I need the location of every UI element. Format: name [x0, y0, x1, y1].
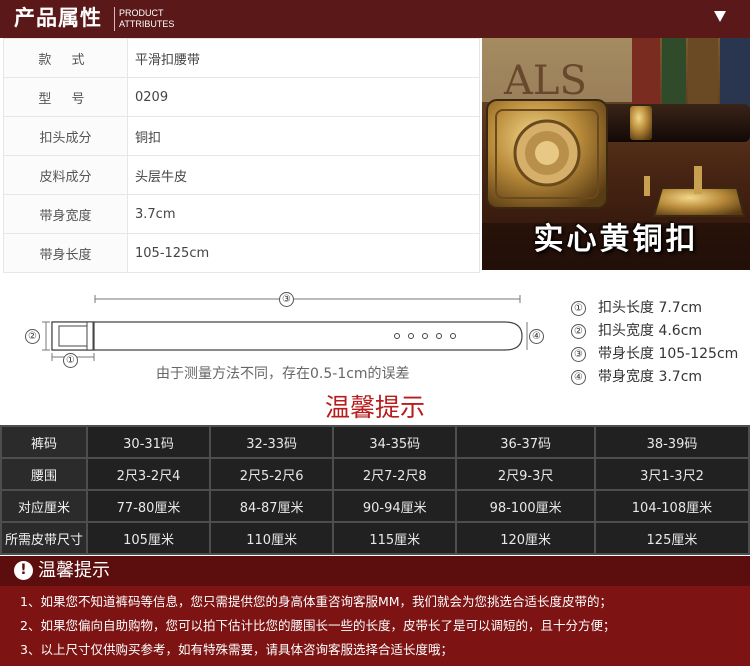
- spec-row: 扣头成分 铜扣: [3, 116, 480, 156]
- spec-value: 105-125cm: [127, 233, 480, 273]
- table-cell: 34-35码: [332, 425, 458, 459]
- tips-title: 温馨提示: [324, 393, 425, 422]
- table-row: 腰围 2尺3-2尺4 2尺5-2尺6 2尺7-2尺8 2尺9-3尺 3尺1-3尺…: [0, 457, 750, 491]
- exclamation-icon: !: [14, 561, 33, 580]
- legend-number: ④: [571, 370, 586, 385]
- table-cell: 84-87厘米: [209, 489, 335, 523]
- table-cell: 98-100厘米: [455, 489, 596, 523]
- spec-row: 带身宽度 3.7cm: [3, 194, 480, 234]
- subtitle-line-1: PRODUCT: [119, 8, 164, 18]
- table-cell: 30-31码: [85, 425, 212, 459]
- row-header: 对应厘米: [0, 489, 88, 523]
- size-chart-table: 裤码 30-31码 32-33码 34-35码 36-37码 38-39码 腰围…: [0, 425, 750, 555]
- spec-row: 款 式 平滑扣腰带: [3, 38, 480, 78]
- table-cell: 115厘米: [332, 521, 458, 555]
- spec-row: 带身长度 105-125cm: [3, 233, 480, 273]
- legend-item: ③ 带身长度 105-125cm: [568, 346, 750, 369]
- table-cell: 36-37码: [455, 425, 596, 459]
- legend-number: ③: [571, 347, 586, 362]
- spec-label: 扣头成分: [3, 116, 128, 156]
- measurement-note: 由于测量方法不同，存在0.5-1cm的误差: [156, 366, 410, 382]
- legend-text: 扣头长度 7.7cm: [598, 300, 703, 316]
- table-row: 裤码 30-31码 32-33码 34-35码 36-37码 38-39码: [0, 425, 750, 459]
- spec-value: 铜扣: [127, 116, 480, 156]
- tips-box: ! 温馨提示 1、如果您不知道裤码等信息，您只需提供您的身高体重咨询客服MM，我…: [0, 556, 750, 666]
- table-cell: 2尺7-2尺8: [332, 457, 458, 491]
- table-cell: 105厘米: [85, 521, 212, 555]
- section-header: 产品属性 PRODUCT ATTRIBUTES: [0, 0, 750, 38]
- row-header: 裤码: [0, 425, 88, 459]
- legend-item: ② 扣头宽度 4.6cm: [568, 323, 750, 346]
- table-cell: 38-39码: [593, 425, 750, 459]
- legend-text: 带身长度 105-125cm: [598, 346, 739, 362]
- marker-3: ③: [279, 292, 294, 307]
- table-cell: 110厘米: [209, 521, 335, 555]
- tip-line: 3、以上尺寸仅供购买参考，如有特殊需要，请具体咨询客服选择合适长度哦；: [20, 642, 453, 657]
- legend-number: ①: [571, 301, 586, 316]
- section-subtitle: PRODUCT ATTRIBUTES: [119, 8, 174, 30]
- legend-text: 带身宽度 3.7cm: [598, 369, 703, 385]
- background-book-text: ALS: [503, 58, 587, 104]
- tips-box-title: 温馨提示: [38, 560, 110, 581]
- table-cell: 90-94厘米: [332, 489, 458, 523]
- table-cell: 2尺3-2尺4: [85, 457, 212, 491]
- table-cell: 3尺1-3尺2: [593, 457, 750, 491]
- spec-table: 款 式 平滑扣腰带 型 号 0209 扣头成分 铜扣 皮料成分 头层牛皮 带身宽…: [3, 38, 480, 273]
- marker-4: ④: [529, 329, 544, 344]
- spec-row: 型 号 0209: [3, 77, 480, 117]
- table-cell: 104-108厘米: [593, 489, 750, 523]
- spec-row: 皮料成分 头层牛皮: [3, 155, 480, 195]
- legend-item: ④ 带身宽度 3.7cm: [568, 369, 750, 392]
- table-cell: 32-33码: [209, 425, 335, 459]
- table-cell: 125厘米: [593, 521, 750, 555]
- tip-line: 1、如果您不知道裤码等信息，您只需提供您的身高体重咨询客服MM，我们就会为您挑选…: [20, 594, 613, 609]
- spec-value: 平滑扣腰带: [127, 38, 480, 78]
- table-cell: 2尺9-3尺: [455, 457, 596, 491]
- product-photo: ALS 实心黄铜扣: [482, 38, 750, 270]
- measurement-legend: ① 扣头长度 7.7cm ② 扣头宽度 4.6cm ③ 带身长度 105-125…: [568, 300, 750, 392]
- table-row: 所需皮带尺寸 105厘米 110厘米 115厘米 120厘米 125厘米: [0, 521, 750, 555]
- marker-2: ②: [25, 329, 40, 344]
- tips-header-bar: ! 温馨提示: [0, 556, 750, 586]
- table-row: 对应厘米 77-80厘米 84-87厘米 90-94厘米 98-100厘米 10…: [0, 489, 750, 523]
- spec-label: 款 式: [3, 38, 128, 78]
- subtitle-line-2: ATTRIBUTES: [119, 19, 175, 29]
- spec-label: 型 号: [3, 77, 128, 117]
- spec-value: 头层牛皮: [127, 155, 480, 195]
- photo-caption: 实心黄铜扣: [533, 222, 699, 257]
- tip-line: 2、如果您偏向自助购物，您可以拍下估计比您的腰围长一些的长度，皮带长了是可以调短…: [20, 618, 616, 633]
- triangle-down-icon[interactable]: [714, 11, 726, 22]
- header-divider: [114, 7, 115, 31]
- legend-text: 扣头宽度 4.6cm: [598, 323, 703, 339]
- row-header: 所需皮带尺寸: [0, 521, 88, 555]
- section-title: 产品属性: [14, 6, 102, 30]
- spec-label: 皮料成分: [3, 155, 128, 195]
- legend-item: ① 扣头长度 7.7cm: [568, 300, 750, 323]
- legend-number: ②: [571, 324, 586, 339]
- spec-value: 0209: [127, 77, 480, 117]
- marker-1: ①: [63, 353, 78, 368]
- row-header: 腰围: [0, 457, 88, 491]
- table-cell: 2尺5-2尺6: [209, 457, 335, 491]
- spec-label: 带身宽度: [3, 194, 128, 234]
- spec-label: 带身长度: [3, 233, 128, 273]
- table-cell: 120厘米: [455, 521, 596, 555]
- table-cell: 77-80厘米: [85, 489, 212, 523]
- spec-value: 3.7cm: [127, 194, 480, 234]
